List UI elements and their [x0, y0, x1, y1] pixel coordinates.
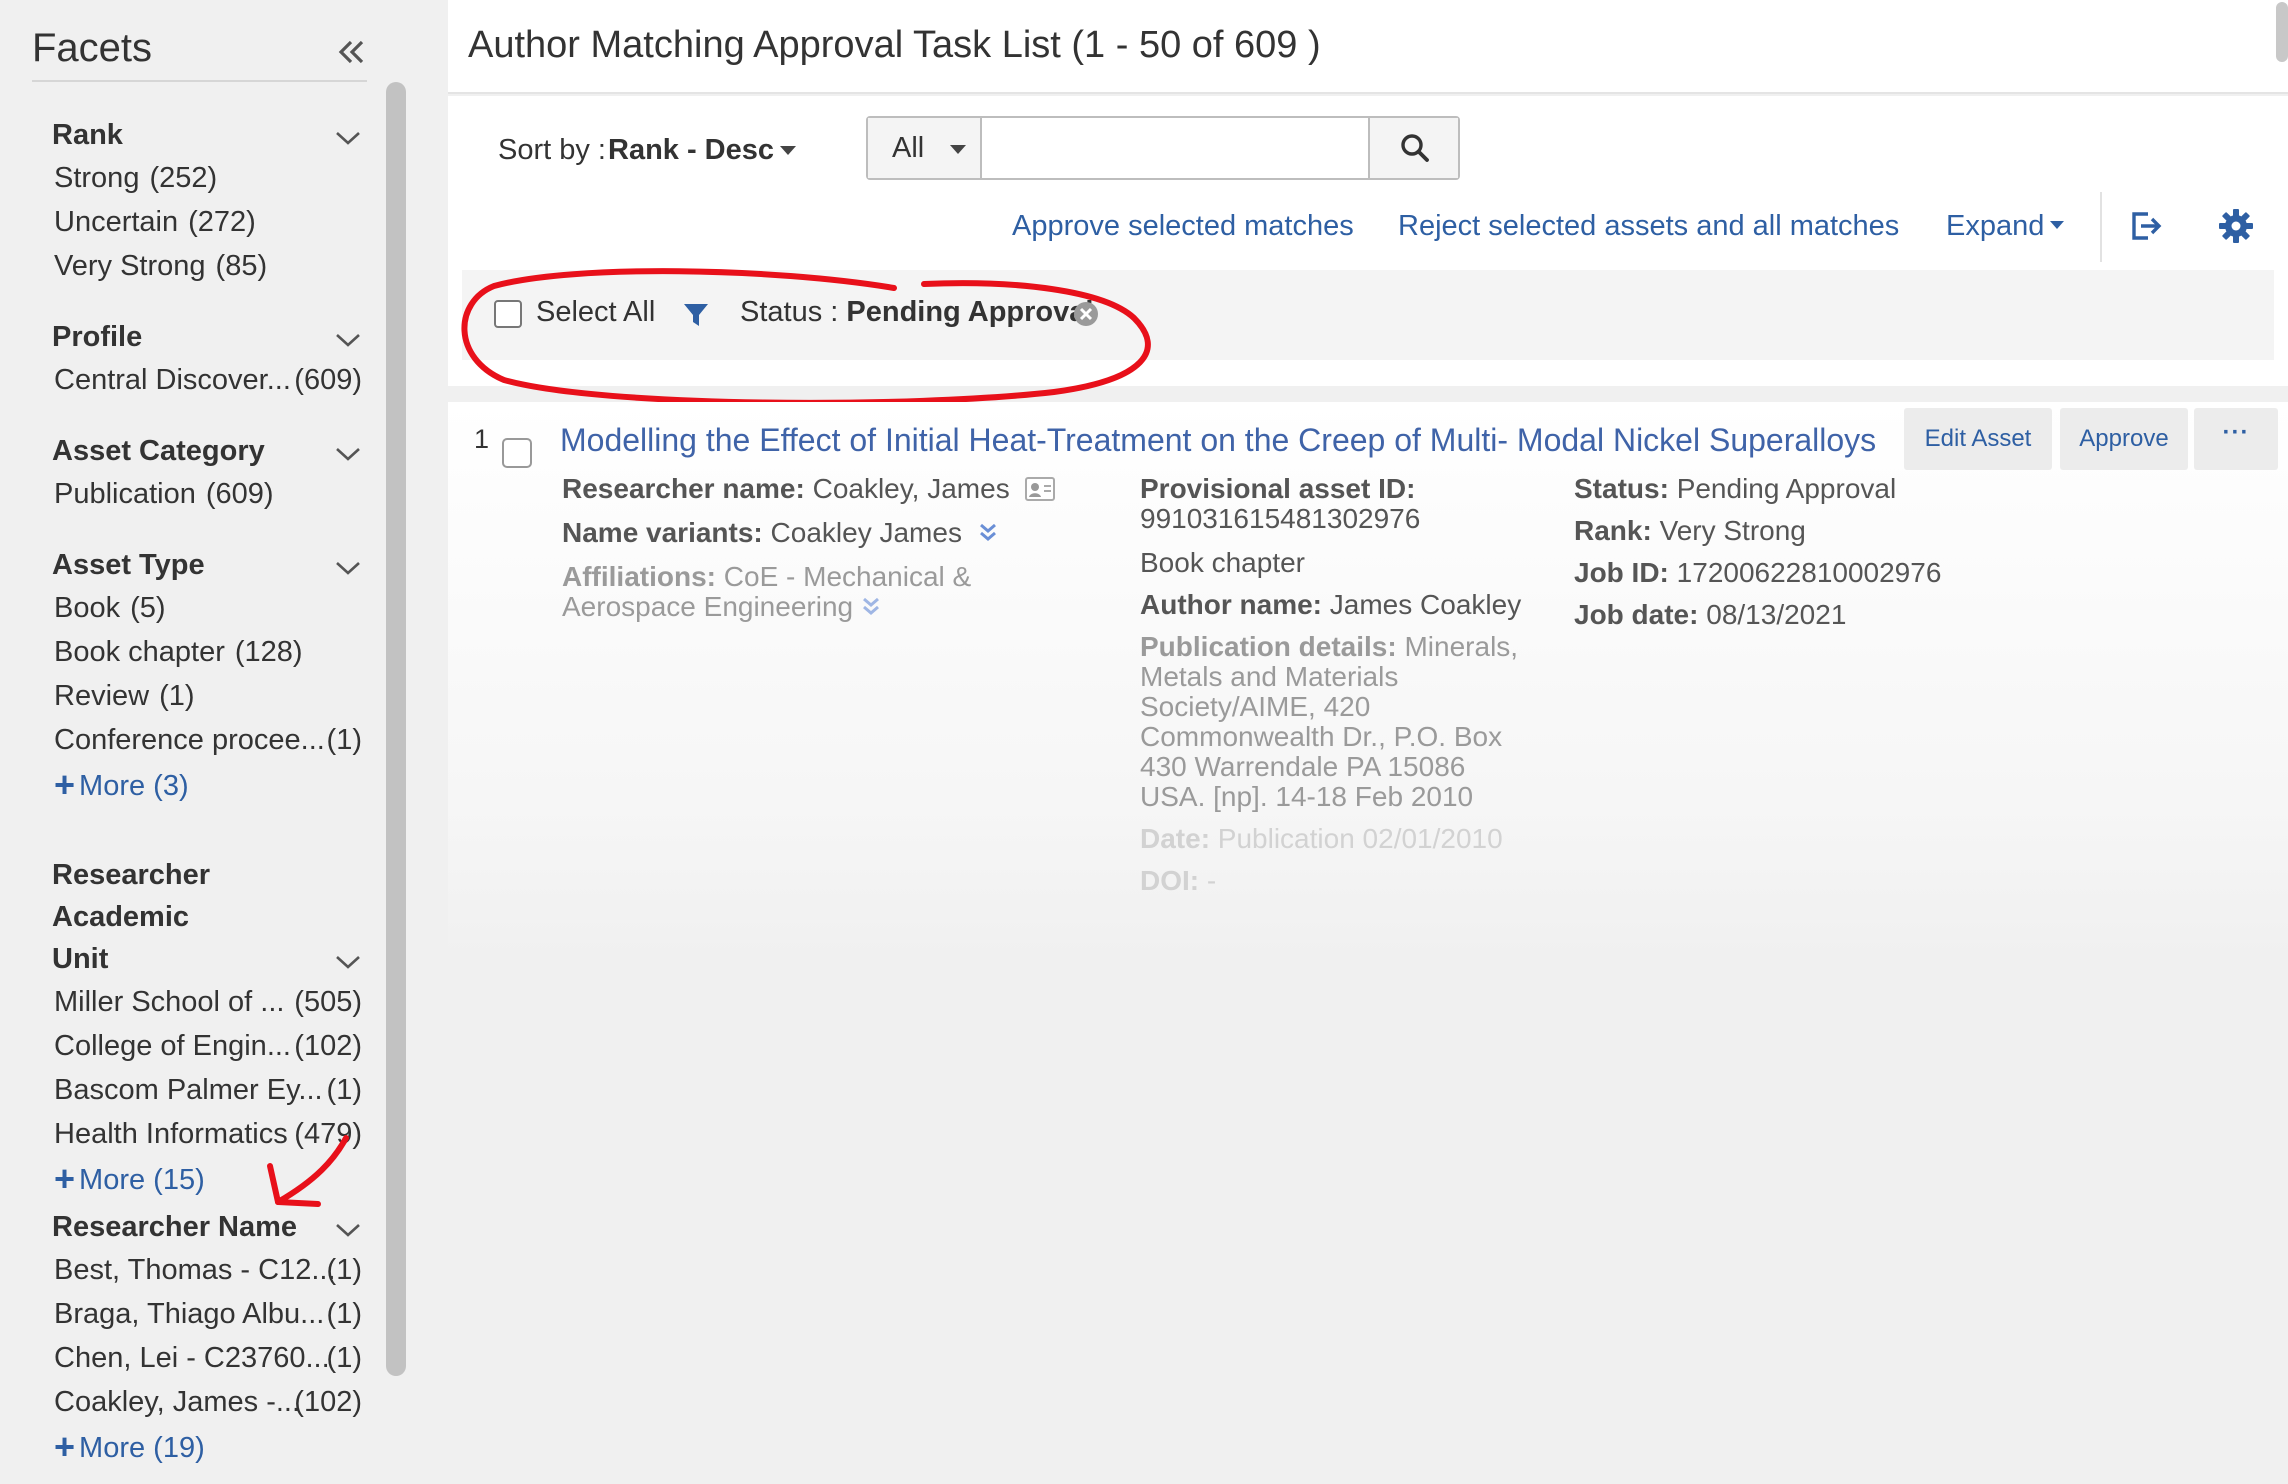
expand-dropdown[interactable]: Expand — [1946, 210, 2065, 243]
facet-title: Asset Type — [52, 544, 362, 586]
job-date-field: Job date: 08/13/2021 — [1574, 599, 1847, 630]
search-icon — [1401, 134, 1429, 162]
export-icon[interactable] — [2126, 206, 2166, 246]
facet-item[interactable]: Book chapter (128) — [52, 630, 362, 674]
job-id-field: Job ID: 17200622810002976 — [1574, 557, 1942, 588]
facet-item[interactable]: Book (5) — [52, 586, 362, 630]
asset-type-field: Book chapter — [1140, 547, 1305, 578]
facet-item[interactable]: Uncertain (272) — [52, 200, 362, 244]
plus-icon: + — [54, 1158, 76, 1199]
annotation-arrow-icon — [267, 1135, 349, 1207]
annotation-ellipse — [461, 268, 1151, 406]
facet-more-link[interactable]: + More (19) — [52, 1424, 362, 1470]
search-button[interactable] — [1368, 118, 1458, 178]
facets-sidebar: Facets Rank Strong (252) Uncertain (272) V… — [0, 0, 448, 1484]
facet-asset-category: Asset Category Publication (609) — [52, 430, 362, 516]
researcher-name-field: Researcher name: Coakley, James — [562, 474, 1056, 504]
facet-rank: Rank Strong (252) Uncertain (272) Very Str… — [52, 114, 362, 288]
doi-field: DOI: - — [1140, 865, 1217, 896]
date-field: Date: Publication 02/01/2010 — [1140, 823, 1503, 854]
edit-asset-button[interactable]: Edit Asset — [1904, 408, 2052, 470]
caret-down-icon — [950, 145, 966, 154]
double-chevron-down-icon[interactable] — [861, 596, 881, 618]
sort-label: Sort by : — [498, 134, 606, 166]
facet-item[interactable]: Review (1) — [52, 674, 362, 718]
chevron-down-icon[interactable] — [334, 128, 362, 148]
title-bar: Author Matching Approval Task List (1 - … — [448, 0, 2288, 94]
chevron-down-icon[interactable] — [334, 1220, 362, 1240]
facet-item[interactable]: College of Engin... (102) — [52, 1024, 362, 1068]
reject-selected-assets-link[interactable]: Reject selected assets and all matches — [1398, 210, 1899, 243]
facet-title: Researcher Academic Unit — [52, 854, 362, 980]
facet-item[interactable]: Central Discover... (609) — [52, 358, 362, 402]
main-scrollbar[interactable] — [2276, 2, 2288, 62]
rank-field: Rank: Very Strong — [1574, 515, 1806, 546]
sidebar-scrollbar[interactable] — [386, 82, 406, 1376]
approve-selected-matches-link[interactable]: Approve selected matches — [1012, 210, 1354, 243]
toolbar-divider — [2100, 192, 2102, 262]
facet-title: Asset Category — [52, 430, 362, 472]
facets-header: Facets — [32, 24, 367, 82]
chevron-down-icon[interactable] — [334, 558, 362, 578]
chevron-down-icon[interactable] — [334, 444, 362, 464]
search-input[interactable] — [984, 118, 1366, 178]
collapse-double-left-icon[interactable] — [331, 32, 371, 72]
facet-item[interactable]: Very Strong (85) — [52, 244, 362, 288]
author-name-field: Author name: James Coakley — [1140, 589, 1522, 620]
facet-item[interactable]: Conference procee... (1) — [52, 718, 362, 762]
publication-details-field: Publication details: Minerals, Metals an… — [1140, 631, 1519, 812]
caret-down-icon — [2050, 221, 2065, 229]
result-card: 1 Modelling the Effect of Initial Heat-T… — [448, 402, 2288, 1484]
facet-more-link[interactable]: + More (3) — [52, 762, 362, 808]
main-panel: Author Matching Approval Task List (1 - … — [448, 0, 2288, 1484]
provisional-asset-id-field: Provisional asset ID: 991031615481302976 — [1140, 473, 1421, 534]
status-field: Status: Pending Approval — [1574, 473, 1897, 504]
search-box: All — [866, 116, 1460, 180]
facet-asset-type: Asset Type Book (5) Book chapter (128) Rev… — [52, 544, 362, 808]
facet-item[interactable]: Miller School of ... (505) — [52, 980, 362, 1024]
name-variants-field: Name variants: Coakley James — [562, 518, 998, 548]
sort-caret-icon[interactable] — [780, 146, 796, 155]
row-number: 1 — [474, 424, 490, 454]
facet-item[interactable]: Chen, Lei - C23760... (1) — [52, 1336, 362, 1380]
facet-item[interactable]: Bascom Palmer Ey... (1) — [52, 1068, 362, 1112]
facet-title: Rank — [52, 114, 362, 156]
facets-title: Facets — [32, 26, 153, 70]
facet-item[interactable]: Coakley, James -... (102) — [52, 1380, 362, 1424]
plus-icon: + — [54, 764, 76, 805]
researcher-card-icon[interactable] — [1025, 477, 1056, 501]
search-scope-dropdown[interactable]: All — [868, 118, 982, 178]
more-actions-button[interactable]: ··· — [2194, 408, 2278, 470]
page-title: Author Matching Approval Task List (1 - … — [468, 24, 1321, 66]
double-chevron-down-icon[interactable] — [978, 522, 998, 544]
facet-researcher-name: Researcher Name Best, Thomas - C12... (1)… — [52, 1206, 362, 1470]
sort-dropdown[interactable]: Rank - Desc — [608, 134, 774, 167]
facet-title: Profile — [52, 316, 362, 358]
row-checkbox[interactable] — [502, 438, 532, 468]
toolbar: Sort by : Rank - Desc All Approve select… — [448, 96, 2288, 406]
plus-icon: + — [54, 1426, 76, 1467]
settings-gear-icon[interactable] — [2218, 208, 2254, 244]
chevron-down-icon[interactable] — [334, 330, 362, 350]
facet-title: Researcher Name — [52, 1206, 362, 1248]
affiliations-field: Affiliations: CoE - Mechanical & Aerospa… — [562, 561, 972, 622]
facet-item[interactable]: Best, Thomas - C12... (1) — [52, 1248, 362, 1292]
facet-item[interactable]: Publication (609) — [52, 472, 362, 516]
chevron-down-icon[interactable] — [334, 952, 362, 972]
result-title-link[interactable]: Modelling the Effect of Initial Heat-Tre… — [560, 422, 1876, 459]
facet-item[interactable]: Strong (252) — [52, 156, 362, 200]
facet-item[interactable]: Braga, Thiago Albu... (1) — [52, 1292, 362, 1336]
approve-button[interactable]: Approve — [2060, 408, 2188, 470]
facet-profile: Profile Central Discover... (609) — [52, 316, 362, 402]
